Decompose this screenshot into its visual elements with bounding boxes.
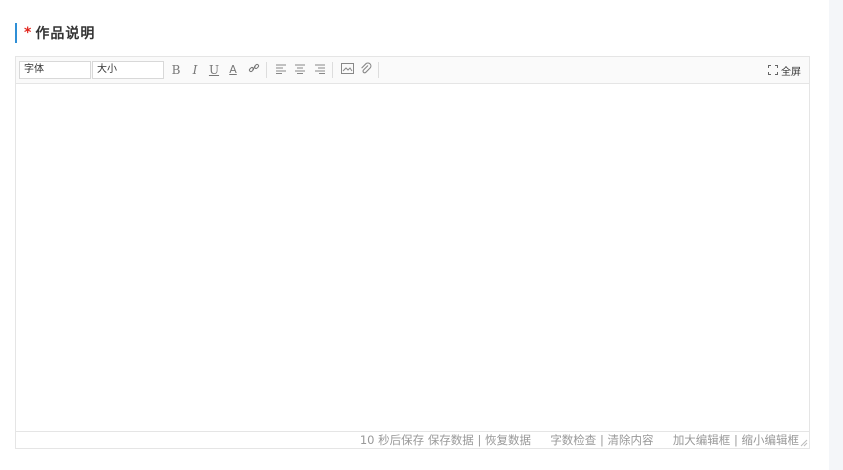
editor-content-area[interactable]	[16, 84, 809, 432]
underline-button[interactable]: U	[207, 62, 221, 78]
separator: |	[733, 433, 738, 447]
section-title: 作品说明	[35, 26, 96, 42]
section-header: * 作品说明	[15, 23, 95, 43]
shrink-editor-link[interactable]: 缩小编辑框	[742, 433, 800, 447]
fullscreen-label: 全屏	[781, 66, 801, 78]
toolbar-divider	[332, 62, 333, 78]
editor-statusbar: 10 秒后保存 保存数据 | 恢复数据 字数检查 | 清除内容 加大编辑框 | …	[16, 431, 809, 448]
word-count-link[interactable]: 字数检查	[550, 433, 596, 447]
save-data-link[interactable]: 保存数据	[428, 433, 474, 447]
attachment-icon[interactable]	[359, 62, 373, 78]
align-left-icon[interactable]	[274, 62, 288, 78]
separator: |	[599, 433, 604, 447]
image-icon[interactable]	[340, 62, 354, 78]
font-color-button[interactable]: A	[226, 62, 240, 78]
right-scroll-strip	[829, 0, 843, 470]
expand-icon	[768, 65, 778, 75]
font-family-select[interactable]: 字体	[19, 61, 91, 79]
rich-text-editor: 字体 大小 B I U A 全屏 10 秒后保存 保存数据 | 恢复数据 字数检…	[15, 56, 810, 449]
resize-handle-icon[interactable]	[800, 439, 808, 447]
align-center-icon[interactable]	[293, 62, 307, 78]
toolbar-divider	[266, 62, 267, 78]
title-accent-bar	[15, 23, 17, 43]
italic-button[interactable]: I	[188, 62, 202, 78]
restore-data-link[interactable]: 恢复数据	[485, 433, 531, 447]
editor-toolbar: 字体 大小 B I U A 全屏	[16, 57, 809, 84]
link-icon[interactable]	[247, 62, 261, 78]
fullscreen-button[interactable]: 全屏	[768, 62, 801, 78]
toolbar-divider	[378, 62, 379, 78]
align-right-icon[interactable]	[313, 62, 327, 78]
clear-content-link[interactable]: 清除内容	[608, 433, 654, 447]
required-mark: *	[24, 25, 32, 41]
autosave-countdown: 10 秒后保存	[359, 433, 425, 447]
separator: |	[477, 433, 482, 447]
font-size-select[interactable]: 大小	[92, 61, 164, 79]
bold-button[interactable]: B	[169, 62, 183, 78]
enlarge-editor-link[interactable]: 加大编辑框	[673, 433, 731, 447]
